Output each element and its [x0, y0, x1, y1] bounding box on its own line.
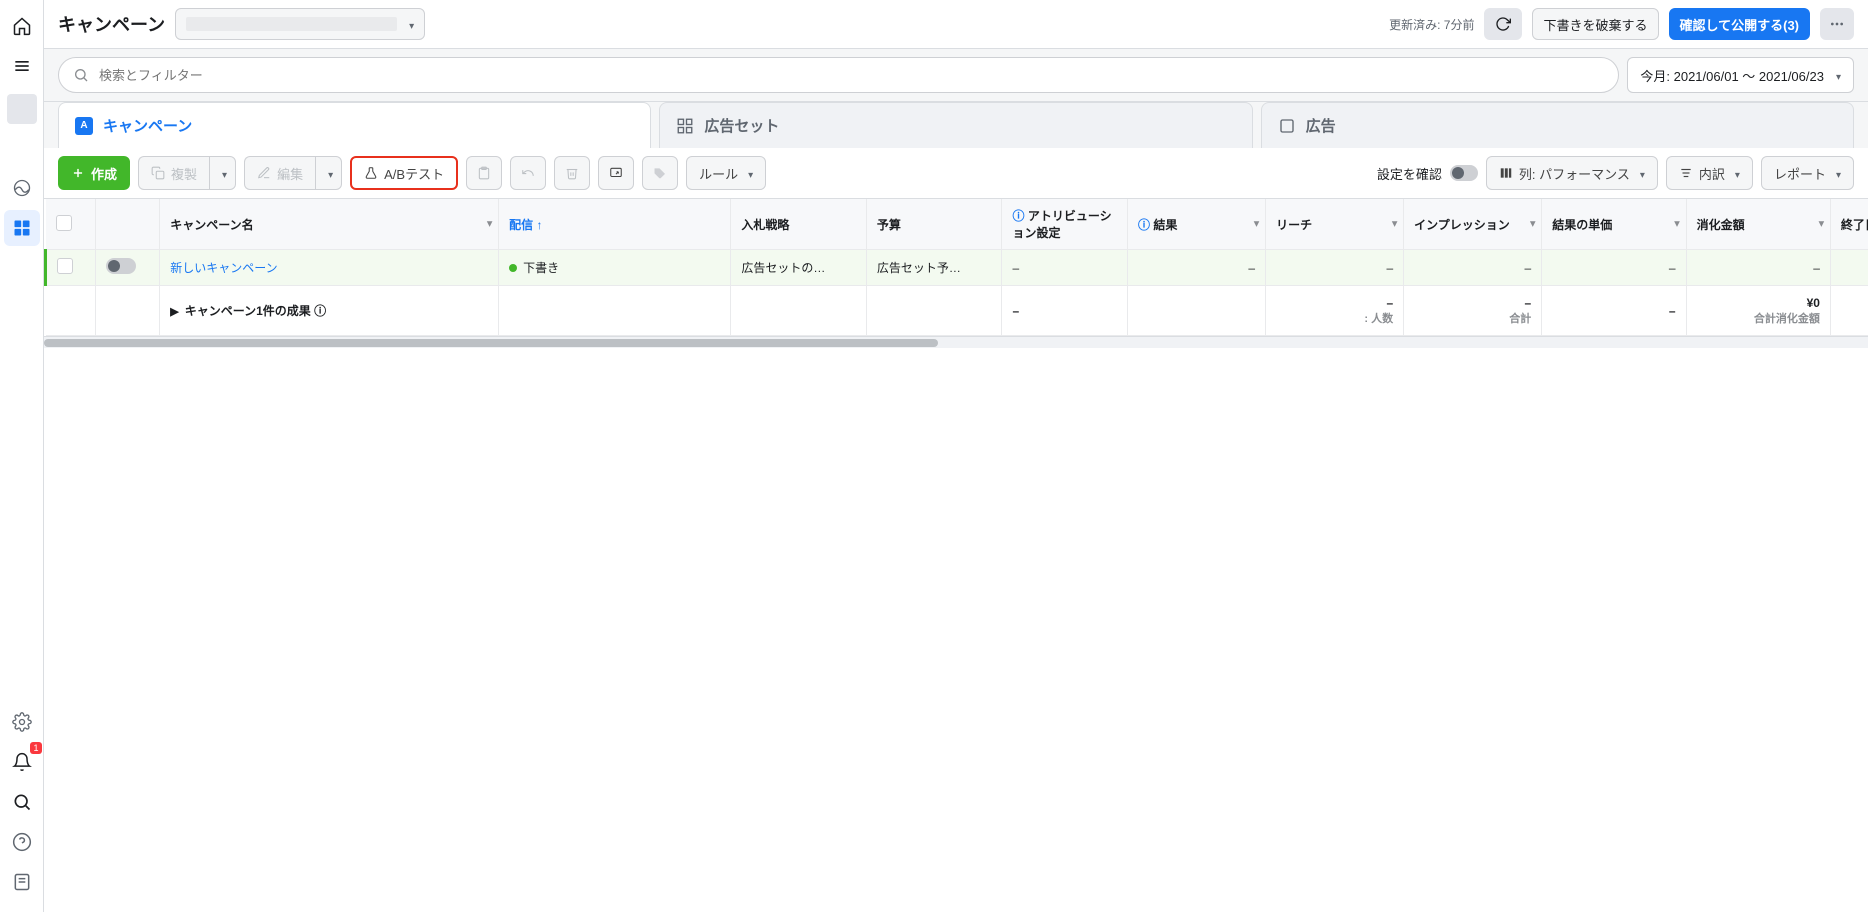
nav-search[interactable]	[4, 784, 40, 820]
campaigns-table: キャンペーン名▾ 配信 ↑ 入札戦略 予算 ⓘ アトリビューション設定 ⓘ 結果…	[44, 199, 1868, 912]
col-impressions[interactable]: インプレッション▾	[1404, 199, 1542, 250]
cell-cpr: –	[1542, 250, 1686, 286]
delete-button[interactable]	[554, 156, 590, 190]
cell-budget: 広告セット予…	[866, 250, 1002, 286]
account-selector[interactable]	[175, 8, 425, 40]
tab-adsets[interactable]: 広告セット	[659, 102, 1252, 148]
col-reach[interactable]: リーチ▾	[1266, 199, 1404, 250]
cell-impr: –	[1404, 250, 1542, 286]
date-range-picker[interactable]: 今月: 2021/06/01 ～ 2021/06/23	[1627, 57, 1854, 93]
refresh-button[interactable]	[1484, 8, 1522, 40]
publish-button[interactable]: 確認して公開する(3)	[1669, 8, 1811, 40]
col-bid[interactable]: 入札戦略	[731, 199, 867, 250]
campaign-name-link[interactable]: 新しいキャンペーン	[170, 261, 277, 275]
settings-check-label: 設定を確認	[1377, 164, 1442, 183]
horizontal-scrollbar[interactable]	[44, 336, 1868, 348]
cell-reach: –	[1266, 250, 1404, 286]
col-budget[interactable]: 予算	[866, 199, 1002, 250]
summary-spent: ¥0合計消化金額	[1686, 286, 1830, 336]
status-dot	[509, 264, 517, 272]
row-checkbox[interactable]	[57, 258, 73, 274]
ad-icon	[1278, 117, 1296, 135]
edit-dropdown[interactable]	[315, 156, 342, 190]
search-filter-input[interactable]	[58, 57, 1619, 93]
topbar: キャンペーン 更新済み: 7分前 下書きを破棄する 確認して公開する(3)	[44, 0, 1868, 49]
summary-reach: –: 人数	[1266, 286, 1404, 336]
cell-bid: 広告セットの…	[731, 250, 867, 286]
columns-button[interactable]: 列: パフォーマンス	[1486, 156, 1658, 190]
col-cpr[interactable]: 結果の単価▾	[1542, 199, 1686, 250]
col-end[interactable]: 終了日時	[1830, 199, 1868, 250]
col-select-all[interactable]	[46, 199, 96, 250]
nav-ads-manager[interactable]	[4, 210, 40, 246]
summary-impr: –合計	[1404, 286, 1542, 336]
col-results[interactable]: ⓘ 結果▾	[1128, 199, 1266, 250]
discard-draft-button[interactable]: 下書きを破棄する	[1532, 8, 1658, 40]
nav-help[interactable]	[4, 824, 40, 860]
chevron-down-icon	[405, 17, 414, 32]
nav-reports[interactable]	[4, 864, 40, 900]
search-icon	[73, 67, 89, 83]
summary-row: ▶キャンペーン1件の成果 ⓘ – –: 人数 –合計 – ¥0合計消化金額	[46, 286, 1868, 336]
page-title: キャンペーン	[58, 11, 165, 37]
tab-label: 広告	[1306, 115, 1336, 136]
cell-results: –	[1128, 250, 1266, 286]
breakdown-button[interactable]: 内訳	[1666, 156, 1753, 190]
notification-badge: 1	[30, 742, 41, 754]
cell-spent: –	[1686, 250, 1830, 286]
nav-menu[interactable]	[4, 48, 40, 84]
undo-button[interactable]	[510, 156, 546, 190]
report-button[interactable]: レポート	[1761, 156, 1854, 190]
tab-campaigns[interactable]: A キャンペーン	[58, 102, 651, 148]
col-attribution[interactable]: ⓘ アトリビューション設定	[1002, 199, 1128, 250]
export-button[interactable]	[598, 156, 634, 190]
more-button[interactable]	[1820, 8, 1854, 40]
rules-button[interactable]: ルール	[686, 156, 766, 190]
cell-end: 継続	[1830, 250, 1868, 286]
row-toggle[interactable]	[106, 258, 136, 274]
copy-button[interactable]	[466, 156, 502, 190]
edit-button[interactable]: 編集	[244, 156, 315, 190]
summary-label: キャンペーン1件の成果	[185, 304, 311, 318]
nav-placeholder	[7, 94, 37, 124]
toggle-icon	[1450, 165, 1478, 181]
duplicate-dropdown[interactable]	[209, 156, 236, 190]
left-rail: 1	[0, 0, 44, 912]
summary-cpr: –	[1542, 286, 1686, 336]
tag-button[interactable]	[642, 156, 678, 190]
nav-overview[interactable]	[4, 170, 40, 206]
nav-notifications[interactable]: 1	[4, 744, 40, 780]
status-label: 下書き	[523, 261, 559, 275]
tab-ads[interactable]: 広告	[1261, 102, 1854, 148]
folder-icon: A	[75, 117, 93, 135]
col-campaign-name[interactable]: キャンペーン名▾	[160, 199, 499, 250]
chevron-down-icon	[1832, 68, 1841, 83]
col-spent[interactable]: 消化金額▾	[1686, 199, 1830, 250]
table-row[interactable]: 新しいキャンペーン 下書き 広告セットの… 広告セット予… – – – – – …	[46, 250, 1868, 286]
tab-label: キャンペーン	[103, 115, 192, 136]
nav-settings[interactable]	[4, 704, 40, 740]
nav-home[interactable]	[4, 8, 40, 44]
col-toggle	[96, 199, 160, 250]
tab-label: 広告セット	[704, 115, 779, 136]
grid-icon	[676, 117, 694, 135]
summary-attr: –	[1002, 286, 1128, 336]
ab-test-button[interactable]: A/Bテスト	[350, 156, 458, 190]
duplicate-button[interactable]: 複製	[138, 156, 209, 190]
cell-attr: –	[1002, 250, 1128, 286]
create-button[interactable]: 作成	[58, 156, 130, 190]
date-range-label: 今月: 2021/06/01 ～ 2021/06/23	[1640, 66, 1824, 85]
col-delivery[interactable]: 配信 ↑	[499, 199, 731, 250]
updated-label: 更新済み: 7分前	[1389, 16, 1474, 33]
search-input-field[interactable]	[99, 68, 1604, 83]
settings-check-toggle[interactable]: 設定を確認	[1377, 164, 1478, 183]
